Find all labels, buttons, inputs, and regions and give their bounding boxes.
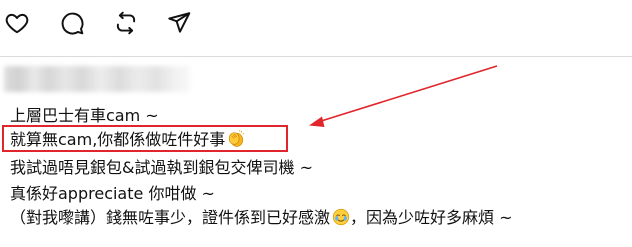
repost-icon [116,11,136,35]
blurred-username [4,66,190,92]
comment-line: （對我嚟講）錢無咗事少，證件係到已好感激 ，因為少咗好多麻煩 ~ [10,207,513,229]
like-button[interactable] [4,10,30,36]
comment-line-text: （對我嚟講）錢無咗事少，證件係到已好感激 [10,208,331,227]
send-icon [168,12,191,33]
comment-button[interactable] [59,10,85,36]
divider [0,56,632,57]
heart-icon [5,13,29,34]
annotation-highlight-box [2,125,288,152]
repost-button[interactable] [113,10,139,36]
comment-line: 真係好appreciate 你咁做 ~ [10,184,215,203]
share-button[interactable] [166,10,192,36]
comment-line-text: ，因為少咗好多麻煩 ~ [350,208,513,227]
comment-line: 上層巴士有車cam ~ [10,106,159,125]
post-action-bar [0,0,632,48]
comment-line: 我試過唔見銀包&試過執到銀包交俾司機 ~ [10,158,313,177]
comment-bubble-icon [61,12,84,35]
relieved-crying-face-emoji-icon [332,208,350,226]
